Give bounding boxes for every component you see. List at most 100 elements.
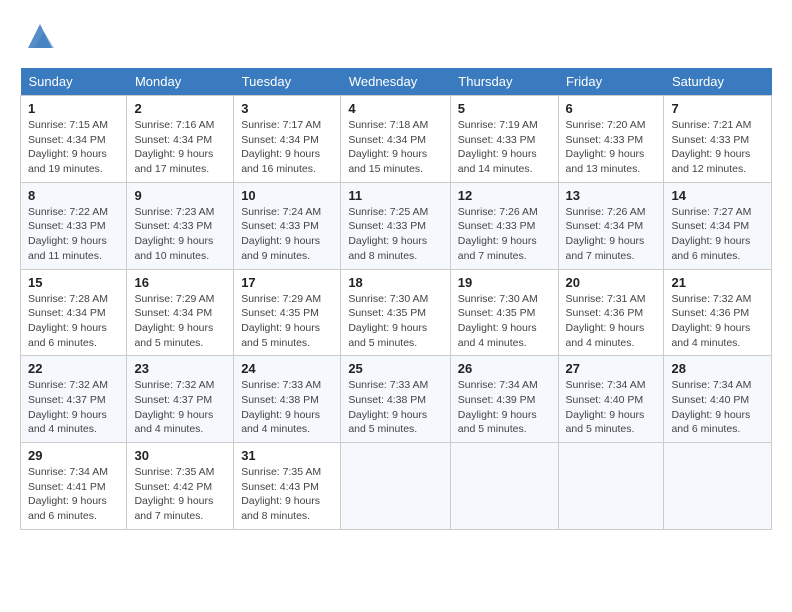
- calendar-cell: 18 Sunrise: 7:30 AMSunset: 4:35 PMDayligh…: [341, 269, 450, 356]
- calendar-cell: 26Sunrise: 7:34 AMSunset: 4:39 PMDayligh…: [450, 356, 558, 443]
- day-number: 29: [28, 448, 119, 463]
- day-number: 8: [28, 188, 119, 203]
- calendar-cell: 27 Sunrise: 7:34 AMSunset: 4:40 PMDayligh…: [558, 356, 664, 443]
- day-info: Sunrise: 7:27 AMSunset: 4:34 PMDaylight:…: [671, 205, 764, 264]
- day-number: 1: [28, 101, 119, 116]
- day-number: 5: [458, 101, 551, 116]
- day-number: 25: [348, 361, 442, 376]
- day-number: 10: [241, 188, 333, 203]
- calendar-cell: 29 Sunrise: 7:34 AMSunset: 4:41 PMDayligh…: [21, 443, 127, 530]
- calendar-cell: [558, 443, 664, 530]
- day-info: Sunrise: 7:30 AMSunset: 4:35 PMDaylight:…: [458, 292, 551, 351]
- day-info: Sunrise: 7:34 AMSunset: 4:41 PMDaylight:…: [28, 465, 119, 524]
- calendar-cell: 14 Sunrise: 7:27 AMSunset: 4:34 PMDayligh…: [664, 182, 772, 269]
- day-number: 15: [28, 275, 119, 290]
- calendar-cell: 3Sunrise: 7:17 AMSunset: 4:34 PMDaylight…: [234, 96, 341, 183]
- day-info: Sunrise: 7:24 AMSunset: 4:33 PMDaylight:…: [241, 205, 333, 264]
- day-info: Sunrise: 7:15 AMSunset: 4:34 PMDaylight:…: [28, 118, 119, 177]
- calendar-cell: 11Sunrise: 7:25 AMSunset: 4:33 PMDayligh…: [341, 182, 450, 269]
- day-info: Sunrise: 7:21 AMSunset: 4:33 PMDaylight:…: [671, 118, 764, 177]
- calendar-cell: 22 Sunrise: 7:32 AMSunset: 4:37 PMDayligh…: [21, 356, 127, 443]
- day-info: Sunrise: 7:33 AMSunset: 4:38 PMDaylight:…: [348, 378, 442, 437]
- day-info: Sunrise: 7:25 AMSunset: 4:33 PMDaylight:…: [348, 205, 442, 264]
- day-number: 22: [28, 361, 119, 376]
- calendar-cell: 21Sunrise: 7:32 AMSunset: 4:36 PMDayligh…: [664, 269, 772, 356]
- day-info: Sunrise: 7:34 AMSunset: 4:39 PMDaylight:…: [458, 378, 551, 437]
- day-header-saturday: Saturday: [664, 68, 772, 96]
- day-info: Sunrise: 7:29 AMSunset: 4:35 PMDaylight:…: [241, 292, 333, 351]
- day-number: 19: [458, 275, 551, 290]
- day-info: Sunrise: 7:35 AMSunset: 4:42 PMDaylight:…: [134, 465, 226, 524]
- calendar-cell: 28 Sunrise: 7:34 AMSunset: 4:40 PMDayligh…: [664, 356, 772, 443]
- day-info: Sunrise: 7:32 AMSunset: 4:37 PMDaylight:…: [134, 378, 226, 437]
- day-number: 13: [566, 188, 657, 203]
- day-number: 28: [671, 361, 764, 376]
- day-number: 3: [241, 101, 333, 116]
- calendar-cell: 9 Sunrise: 7:23 AMSunset: 4:33 PMDaylight…: [127, 182, 234, 269]
- calendar-cell: 23 Sunrise: 7:32 AMSunset: 4:37 PMDayligh…: [127, 356, 234, 443]
- day-info: Sunrise: 7:26 AMSunset: 4:33 PMDaylight:…: [458, 205, 551, 264]
- day-info: Sunrise: 7:34 AMSunset: 4:40 PMDaylight:…: [671, 378, 764, 437]
- day-info: Sunrise: 7:30 AMSunset: 4:35 PMDaylight:…: [348, 292, 442, 351]
- day-number: 6: [566, 101, 657, 116]
- calendar-cell: [664, 443, 772, 530]
- calendar-cell: 10 Sunrise: 7:24 AMSunset: 4:33 PMDayligh…: [234, 182, 341, 269]
- day-number: 4: [348, 101, 442, 116]
- day-number: 18: [348, 275, 442, 290]
- day-number: 21: [671, 275, 764, 290]
- day-header-wednesday: Wednesday: [341, 68, 450, 96]
- calendar-week-4: 22 Sunrise: 7:32 AMSunset: 4:37 PMDayligh…: [21, 356, 772, 443]
- calendar-cell: 17 Sunrise: 7:29 AMSunset: 4:35 PMDayligh…: [234, 269, 341, 356]
- day-info: Sunrise: 7:34 AMSunset: 4:40 PMDaylight:…: [566, 378, 657, 437]
- day-number: 9: [134, 188, 226, 203]
- calendar-cell: 30 Sunrise: 7:35 AMSunset: 4:42 PMDayligh…: [127, 443, 234, 530]
- day-number: 31: [241, 448, 333, 463]
- calendar-cell: 24 Sunrise: 7:33 AMSunset: 4:38 PMDayligh…: [234, 356, 341, 443]
- day-number: 2: [134, 101, 226, 116]
- calendar-cell: [341, 443, 450, 530]
- day-number: 12: [458, 188, 551, 203]
- day-number: 20: [566, 275, 657, 290]
- calendar-cell: 13 Sunrise: 7:26 AMSunset: 4:34 PMDayligh…: [558, 182, 664, 269]
- day-info: Sunrise: 7:29 AMSunset: 4:34 PMDaylight:…: [134, 292, 226, 351]
- day-header-monday: Monday: [127, 68, 234, 96]
- day-info: Sunrise: 7:22 AMSunset: 4:33 PMDaylight:…: [28, 205, 119, 264]
- day-number: 24: [241, 361, 333, 376]
- day-info: Sunrise: 7:31 AMSunset: 4:36 PMDaylight:…: [566, 292, 657, 351]
- calendar-cell: 25 Sunrise: 7:33 AMSunset: 4:38 PMDayligh…: [341, 356, 450, 443]
- calendar-cell: 19 Sunrise: 7:30 AMSunset: 4:35 PMDayligh…: [450, 269, 558, 356]
- day-number: 23: [134, 361, 226, 376]
- calendar-cell: 15 Sunrise: 7:28 AMSunset: 4:34 PMDayligh…: [21, 269, 127, 356]
- day-info: Sunrise: 7:20 AMSunset: 4:33 PMDaylight:…: [566, 118, 657, 177]
- calendar-cell: 20 Sunrise: 7:31 AMSunset: 4:36 PMDayligh…: [558, 269, 664, 356]
- day-info: Sunrise: 7:16 AMSunset: 4:34 PMDaylight:…: [134, 118, 226, 177]
- day-info: Sunrise: 7:26 AMSunset: 4:34 PMDaylight:…: [566, 205, 657, 264]
- calendar-week-3: 15 Sunrise: 7:28 AMSunset: 4:34 PMDayligh…: [21, 269, 772, 356]
- day-header-thursday: Thursday: [450, 68, 558, 96]
- day-info: Sunrise: 7:35 AMSunset: 4:43 PMDaylight:…: [241, 465, 333, 524]
- day-info: Sunrise: 7:33 AMSunset: 4:38 PMDaylight:…: [241, 378, 333, 437]
- day-info: Sunrise: 7:28 AMSunset: 4:34 PMDaylight:…: [28, 292, 119, 351]
- day-header-tuesday: Tuesday: [234, 68, 341, 96]
- day-number: 16: [134, 275, 226, 290]
- day-number: 14: [671, 188, 764, 203]
- calendar-cell: 4Sunrise: 7:18 AMSunset: 4:34 PMDaylight…: [341, 96, 450, 183]
- page-header: [20, 20, 772, 52]
- logo-icon: [24, 20, 56, 52]
- calendar-cell: 6 Sunrise: 7:20 AMSunset: 4:33 PMDaylight…: [558, 96, 664, 183]
- day-number: 17: [241, 275, 333, 290]
- calendar-cell: 5Sunrise: 7:19 AMSunset: 4:33 PMDaylight…: [450, 96, 558, 183]
- calendar-header-row: SundayMondayTuesdayWednesdayThursdayFrid…: [21, 68, 772, 96]
- calendar-cell: [450, 443, 558, 530]
- day-info: Sunrise: 7:23 AMSunset: 4:33 PMDaylight:…: [134, 205, 226, 264]
- day-number: 7: [671, 101, 764, 116]
- day-header-sunday: Sunday: [21, 68, 127, 96]
- calendar-cell: 31 Sunrise: 7:35 AMSunset: 4:43 PMDayligh…: [234, 443, 341, 530]
- day-number: 30: [134, 448, 226, 463]
- day-number: 27: [566, 361, 657, 376]
- day-header-friday: Friday: [558, 68, 664, 96]
- day-info: Sunrise: 7:32 AMSunset: 4:37 PMDaylight:…: [28, 378, 119, 437]
- calendar-week-2: 8 Sunrise: 7:22 AMSunset: 4:33 PMDaylight…: [21, 182, 772, 269]
- calendar-cell: 12 Sunrise: 7:26 AMSunset: 4:33 PMDayligh…: [450, 182, 558, 269]
- calendar-table: SundayMondayTuesdayWednesdayThursdayFrid…: [20, 68, 772, 530]
